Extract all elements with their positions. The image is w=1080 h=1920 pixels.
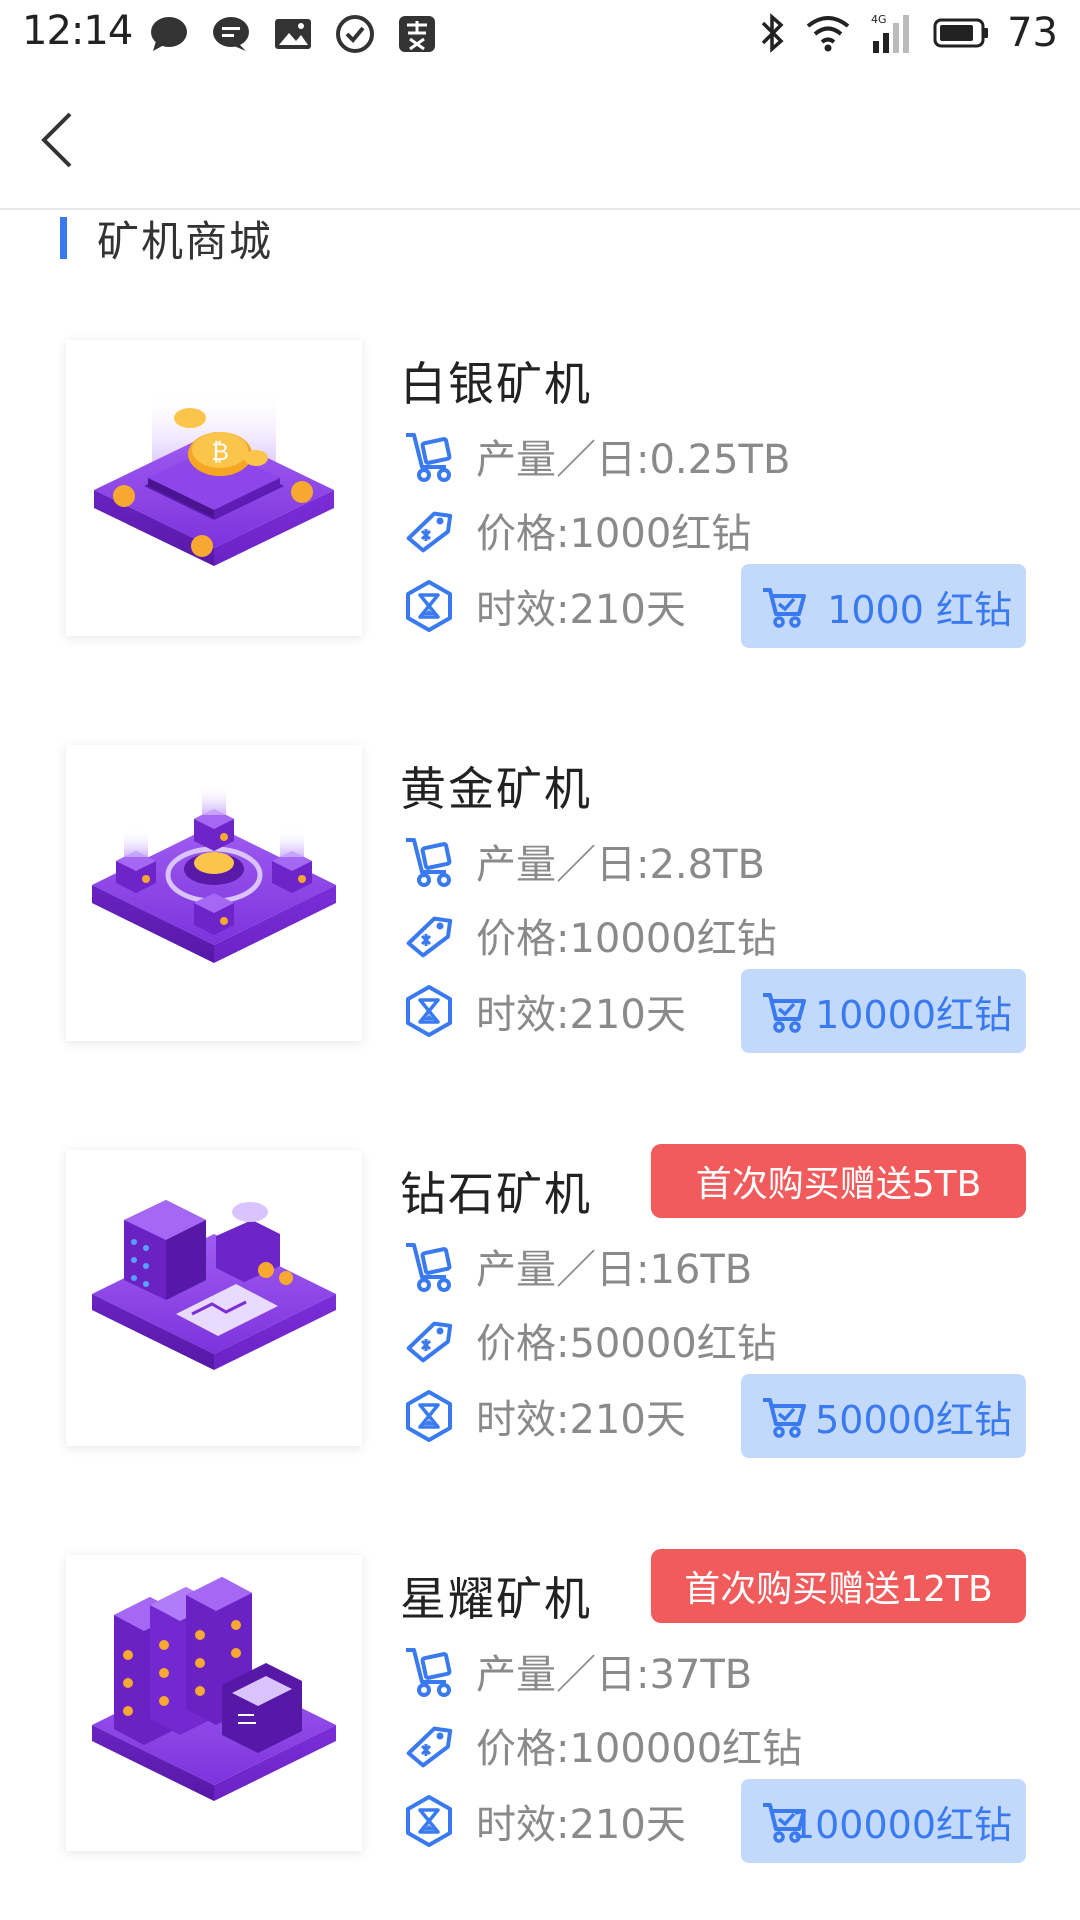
duration-row: 时效:210天 bbox=[400, 1388, 686, 1444]
svg-text:₿: ₿ bbox=[211, 438, 229, 466]
shopping-cart-icon bbox=[761, 989, 807, 1033]
app-badge-icon bbox=[396, 13, 438, 55]
price-text: 价格:100000红钻 bbox=[476, 1726, 803, 1772]
price-tag-icon bbox=[400, 1311, 458, 1369]
product-card[interactable]: ₿ 白银矿机 产量／日:0.25TB 价格:1000红钻 时效:210天 100… bbox=[0, 340, 1080, 648]
price-text: 价格:50000红钻 bbox=[476, 1321, 777, 1367]
output-text: 产量／日:16TB bbox=[476, 1247, 753, 1293]
output-text: 产量／日:0.25TB bbox=[476, 437, 791, 483]
message-icon bbox=[210, 13, 252, 55]
price-tag-icon bbox=[400, 906, 458, 964]
price-row: 价格:1000红钻 bbox=[400, 502, 751, 558]
price-tag-icon bbox=[400, 1716, 458, 1774]
price-text: 价格:1000红钻 bbox=[476, 511, 752, 557]
hourglass-icon bbox=[400, 577, 458, 635]
buy-button-label: 50000红钻 bbox=[815, 1397, 1012, 1442]
svg-text:4G: 4G bbox=[871, 13, 887, 26]
product-name: 黄金矿机 bbox=[400, 762, 592, 816]
buy-button-label: 100000红钻 bbox=[790, 1802, 1012, 1847]
section-accent-bar bbox=[60, 217, 67, 259]
price-row: 价格:10000红钻 bbox=[400, 907, 777, 963]
output-text: 产量／日:2.8TB bbox=[476, 842, 765, 888]
status-time: 12:14 bbox=[22, 8, 133, 54]
price-row: 价格:100000红钻 bbox=[400, 1717, 802, 1773]
promo-badge: 首次购买赠送5TB bbox=[651, 1144, 1026, 1218]
duration-text: 时效:210天 bbox=[476, 1397, 686, 1443]
buy-button[interactable]: 10000红钻 bbox=[741, 969, 1026, 1053]
duration-row: 时效:210天 bbox=[400, 1793, 686, 1849]
section-header: 矿机商城 bbox=[60, 216, 273, 266]
hourglass-icon bbox=[400, 982, 458, 1040]
battery-icon bbox=[933, 18, 989, 48]
hourglass-icon bbox=[400, 1387, 458, 1445]
section-title: 矿机商城 bbox=[97, 216, 274, 266]
cart-trolley-icon bbox=[400, 832, 458, 890]
duration-text: 时效:210天 bbox=[476, 1802, 686, 1848]
cart-trolley-icon bbox=[400, 1237, 458, 1295]
product-name: 白银矿机 bbox=[400, 357, 592, 411]
battery-percent: 73 bbox=[1007, 10, 1058, 56]
promo-badge: 首次购买赠送12TB bbox=[651, 1549, 1026, 1623]
shopping-cart-icon bbox=[761, 584, 807, 628]
cart-trolley-icon bbox=[400, 427, 458, 485]
duration-row: 时效:210天 bbox=[400, 983, 686, 1039]
hourglass-icon bbox=[400, 1792, 458, 1850]
status-bar: 12:14 4G 73 bbox=[0, 0, 1080, 70]
product-card[interactable]: 黄金矿机 产量／日:2.8TB 价格:10000红钻 时效:210天 10000… bbox=[0, 745, 1080, 1053]
product-card[interactable]: 钻石矿机 首次购买赠送5TB 产量／日:16TB 价格:50000红钻 时效:2… bbox=[0, 1144, 1080, 1458]
product-image bbox=[66, 1150, 362, 1446]
signal-icon: 4G bbox=[871, 13, 910, 53]
buy-button[interactable]: 1000 红钻 bbox=[741, 564, 1026, 648]
product-name: 钻石矿机 bbox=[400, 1167, 592, 1221]
price-text: 价格:10000红钻 bbox=[476, 916, 777, 962]
bluetooth-icon bbox=[761, 13, 784, 53]
output-row: 产量／日:37TB bbox=[400, 1643, 752, 1699]
buy-button[interactable]: 50000红钻 bbox=[741, 1374, 1026, 1458]
chevron-left-icon bbox=[41, 112, 72, 168]
buy-button-label: 1000 红钻 bbox=[827, 587, 1012, 632]
duration-text: 时效:210天 bbox=[476, 587, 686, 633]
duration-text: 时效:210天 bbox=[476, 992, 686, 1038]
buy-button-label: 10000红钻 bbox=[815, 992, 1012, 1037]
product-card[interactable]: 星耀矿机 首次购买赠送12TB 产量／日:37TB 价格:100000红钻 时效… bbox=[0, 1549, 1080, 1863]
system-icons: 4G 73 bbox=[759, 10, 1058, 56]
product-image bbox=[66, 1555, 362, 1851]
image-icon bbox=[272, 13, 314, 55]
product-image: ₿ bbox=[66, 340, 362, 636]
notification-icons bbox=[148, 13, 438, 55]
duration-row: 时效:210天 bbox=[400, 578, 686, 634]
product-image bbox=[66, 745, 362, 1041]
output-text: 产量／日:37TB bbox=[476, 1652, 753, 1698]
output-row: 产量／日:16TB bbox=[400, 1238, 752, 1294]
shopping-cart-icon bbox=[761, 1394, 807, 1438]
shopping-cart-icon bbox=[761, 1799, 807, 1843]
buy-button[interactable]: 100000红钻 bbox=[741, 1779, 1026, 1863]
output-row: 产量／日:0.25TB bbox=[400, 428, 790, 484]
price-row: 价格:50000红钻 bbox=[400, 1312, 777, 1368]
price-tag-icon bbox=[400, 501, 458, 559]
back-button[interactable] bbox=[30, 100, 110, 180]
chat-bubble-icon bbox=[148, 13, 190, 55]
nav-header bbox=[0, 70, 1080, 210]
check-circle-icon bbox=[334, 13, 376, 55]
output-row: 产量／日:2.8TB bbox=[400, 833, 765, 889]
wifi-icon bbox=[806, 16, 850, 52]
cart-trolley-icon bbox=[400, 1642, 458, 1700]
product-name: 星耀矿机 bbox=[400, 1572, 592, 1626]
